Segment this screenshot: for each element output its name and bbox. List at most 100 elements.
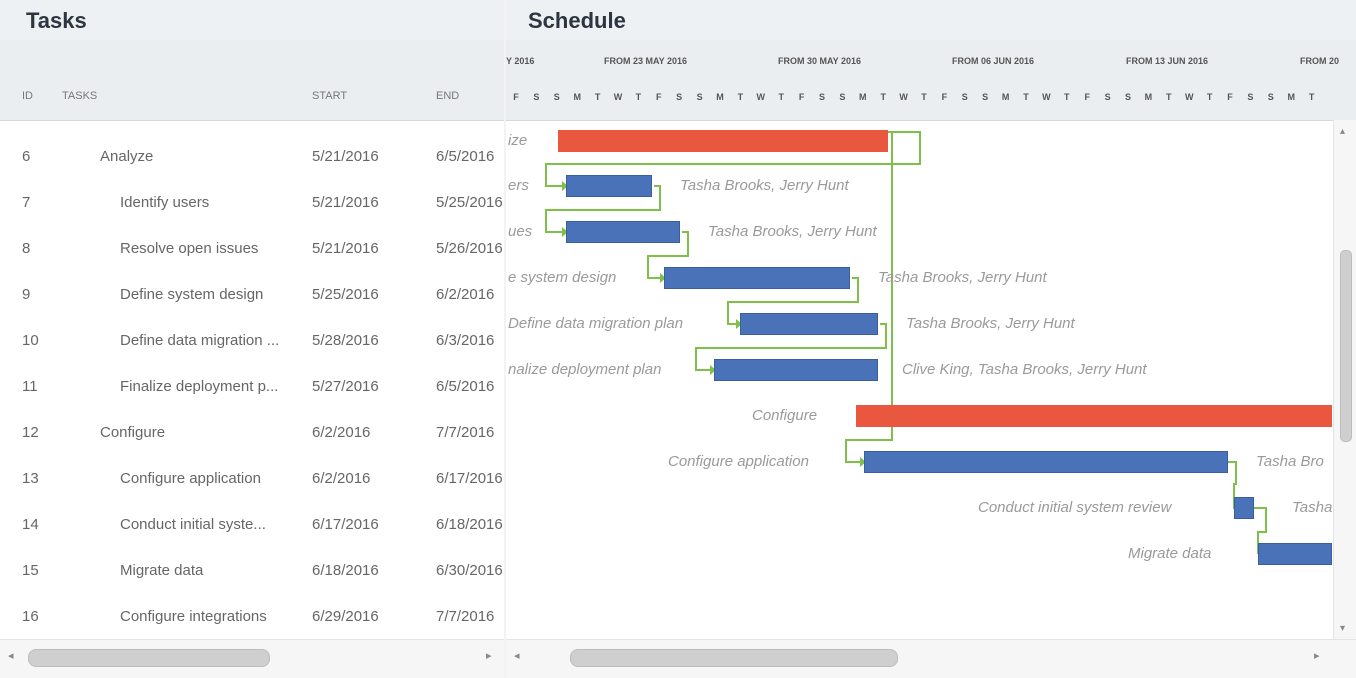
bar-task-label: Configure bbox=[752, 407, 818, 424]
resource-label: Tasha Bro bbox=[1256, 453, 1324, 470]
row-start: 5/21/2016 bbox=[312, 194, 379, 211]
row-start: 5/28/2016 bbox=[312, 332, 379, 349]
row-task: Configure integrations bbox=[120, 608, 267, 625]
row-end: 7/7/2016 bbox=[436, 424, 495, 441]
row-task: Conduct initial syste... bbox=[120, 516, 266, 533]
scroll-right-icon[interactable]: ▸ bbox=[1314, 649, 1320, 662]
row-id: 6 bbox=[22, 148, 31, 165]
row-start: 5/21/2016 bbox=[312, 148, 379, 165]
scroll-down-icon[interactable]: ▾ bbox=[1340, 623, 1345, 634]
table-row[interactable]: 11 Finalize deployment p... 5/27/2016 6/… bbox=[0, 364, 504, 410]
gantt-bar-define-system-design[interactable] bbox=[664, 267, 850, 289]
row-start: 5/25/2016 bbox=[312, 286, 379, 303]
scroll-right-icon[interactable]: ▸ bbox=[486, 649, 492, 662]
row-task: Identify users bbox=[120, 194, 210, 211]
table-row[interactable]: 13 Configure application 6/2/2016 6/17/2… bbox=[0, 456, 504, 502]
gantt-bar-resolve-open-issues[interactable] bbox=[566, 221, 680, 243]
row-id: 15 bbox=[22, 562, 39, 579]
schedule-vertical-scrollbar[interactable]: ▴ ▾ bbox=[1333, 120, 1356, 640]
scroll-up-icon[interactable]: ▴ bbox=[1340, 126, 1345, 137]
row-start: 6/29/2016 bbox=[312, 608, 379, 625]
row-task: Analyze bbox=[100, 148, 154, 165]
row-id: 14 bbox=[22, 516, 39, 533]
row-task: Resolve open issues bbox=[120, 240, 259, 257]
row-task: Finalize deployment p... bbox=[120, 378, 279, 395]
row-end: 5/25/2016 bbox=[436, 194, 503, 211]
table-row[interactable]: 12 Configure 6/2/2016 7/7/2016 bbox=[0, 410, 504, 456]
resource-label: Tasha Brooks, Jerry Hunt bbox=[708, 223, 877, 240]
gantt-bar-initial-review[interactable] bbox=[1234, 497, 1254, 519]
row-end: 6/30/2016 bbox=[436, 562, 503, 579]
bar-task-label: Configure application bbox=[668, 453, 809, 470]
row-end: 6/18/2016 bbox=[436, 516, 503, 533]
table-row[interactable]: 10 Define data migration ... 5/28/2016 6… bbox=[0, 318, 504, 364]
gantt-bar-identify-users[interactable] bbox=[566, 175, 652, 197]
schedule-horizontal-scrollbar[interactable]: ◂ ▸ bbox=[506, 639, 1356, 678]
table-row[interactable]: 8 Resolve open issues 5/21/2016 5/26/201… bbox=[0, 226, 504, 272]
row-end: 7/7/2016 bbox=[436, 608, 495, 625]
column-tasks[interactable]: TASKS bbox=[62, 90, 97, 102]
table-row[interactable]: 9 Define system design 5/25/2016 6/2/201… bbox=[0, 272, 504, 318]
bar-task-label: nalize deployment plan bbox=[508, 361, 662, 378]
bar-task-label: ues bbox=[508, 223, 533, 240]
scrollbar-thumb[interactable] bbox=[570, 649, 898, 667]
gantt-bar-migrate-data[interactable] bbox=[1258, 543, 1332, 565]
row-task: Configure application bbox=[120, 470, 261, 487]
table-row[interactable]: 16 Configure integrations 6/29/2016 7/7/… bbox=[0, 594, 504, 640]
row-task: Migrate data bbox=[120, 562, 204, 579]
resource-label: Tasha Brooks, Jerry Hunt bbox=[878, 269, 1047, 286]
row-start: 6/18/2016 bbox=[312, 562, 379, 579]
resource-label: Tasha Brooks, Jerry Hunt bbox=[680, 177, 849, 194]
tasks-pane: Tasks ID TASKS START END 6 Analyze 5/21/… bbox=[0, 0, 504, 678]
scrollbar-thumb[interactable] bbox=[28, 649, 270, 667]
row-id: 13 bbox=[22, 470, 39, 487]
resource-label: Clive King, Tasha Brooks, Jerry Hunt bbox=[902, 361, 1147, 378]
table-row[interactable]: 15 Migrate data 6/18/2016 6/30/2016 bbox=[0, 548, 504, 594]
row-end: 5/26/2016 bbox=[436, 240, 503, 257]
schedule-pane: Schedule Y 2016 FROM 23 MAY 2016 FROM 30… bbox=[506, 0, 1356, 678]
gantt-bar-configure-application[interactable] bbox=[864, 451, 1228, 473]
bar-task-label: Migrate data bbox=[1128, 545, 1212, 562]
row-id: 16 bbox=[22, 608, 39, 625]
table-row[interactable]: 6 Analyze 5/21/2016 6/5/2016 bbox=[0, 134, 504, 180]
table-row[interactable]: 7 Identify users 5/21/2016 5/25/2016 bbox=[0, 180, 504, 226]
row-task: Configure bbox=[100, 424, 166, 441]
column-end[interactable]: END bbox=[436, 90, 459, 102]
row-id: 9 bbox=[22, 286, 31, 303]
gantt-bar-finalize-deployment[interactable] bbox=[714, 359, 878, 381]
column-id[interactable]: ID bbox=[22, 90, 33, 102]
scroll-left-icon[interactable]: ◂ bbox=[514, 649, 520, 662]
row-end: 6/3/2016 bbox=[436, 332, 495, 349]
bar-task-label: ize bbox=[508, 132, 528, 149]
row-id: 10 bbox=[22, 332, 39, 349]
row-end: 6/17/2016 bbox=[436, 470, 503, 487]
row-start: 5/21/2016 bbox=[312, 240, 379, 257]
tasks-title: Tasks bbox=[0, 0, 504, 40]
row-start: 6/2/2016 bbox=[312, 424, 371, 441]
dependency-links bbox=[545, 131, 1267, 554]
column-start[interactable]: START bbox=[312, 90, 347, 102]
bar-task-label: ers bbox=[508, 177, 529, 194]
tasks-column-header: ID TASKS START END bbox=[0, 40, 504, 121]
row-id: 8 bbox=[22, 240, 31, 257]
table-row[interactable]: 14 Conduct initial syste... 6/17/2016 6/… bbox=[0, 502, 504, 548]
bar-task-label: e system design bbox=[508, 269, 617, 286]
row-end: 6/5/2016 bbox=[436, 378, 495, 395]
gantt-bar-configure[interactable] bbox=[856, 405, 1332, 427]
row-start: 6/2/2016 bbox=[312, 470, 371, 487]
row-task: Define system design bbox=[120, 286, 264, 303]
gantt-bar-define-data-migration[interactable] bbox=[740, 313, 878, 335]
row-id: 7 bbox=[22, 194, 31, 211]
row-id: 12 bbox=[22, 424, 39, 441]
bar-task-label: Conduct initial system review bbox=[978, 499, 1172, 516]
scroll-left-icon[interactable]: ◂ bbox=[8, 649, 14, 662]
row-end: 6/2/2016 bbox=[436, 286, 495, 303]
tasks-horizontal-scrollbar[interactable]: ◂ ▸ bbox=[0, 639, 504, 678]
row-end: 6/5/2016 bbox=[436, 148, 495, 165]
scrollbar-thumb[interactable] bbox=[1340, 250, 1352, 442]
row-start: 5/27/2016 bbox=[312, 378, 379, 395]
row-id: 11 bbox=[22, 378, 38, 395]
gantt-bar-analyze[interactable] bbox=[558, 130, 888, 152]
resource-label: Tasha bbox=[1292, 499, 1333, 516]
row-task: Define data migration ... bbox=[120, 332, 280, 349]
